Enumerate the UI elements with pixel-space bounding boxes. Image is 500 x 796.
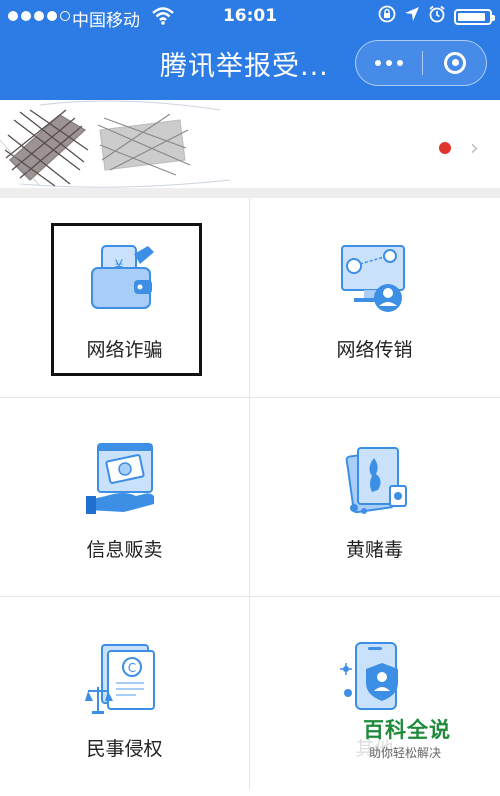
network-pyramid-icon [341, 245, 405, 312]
category-label: 民事侵权 [86, 738, 163, 760]
category-label: 黄赌毒 [345, 539, 403, 561]
location-arrow-icon [404, 6, 420, 27]
nav-header: 中国移动 16:01 腾讯举报受... [0, 0, 500, 100]
watermark: 百科全说 助你轻松解决 [355, 710, 467, 770]
shield-phone-icon [340, 642, 398, 710]
copyright-scale-icon: C [85, 644, 155, 714]
watermark-tagline: 助你轻松解决 [369, 746, 442, 760]
status-bar: 中国移动 16:01 [0, 0, 500, 34]
svg-text:C: C [128, 661, 136, 675]
battery-icon [454, 8, 495, 25]
notification-dot [439, 142, 451, 154]
capsule-menu [355, 40, 487, 86]
category-pyramid-scheme[interactable]: 网络传销 [250, 198, 499, 397]
watermark-logo: 百科全说 [363, 718, 451, 742]
category-civil-infringement[interactable]: C 民事侵权 [0, 597, 249, 796]
chevron-right-icon[interactable]: › [470, 136, 479, 161]
vice-cards-icon [345, 447, 407, 514]
category-label: 信息贩卖 [86, 539, 163, 561]
page-title: 腾讯举报受... [160, 51, 329, 82]
category-vice[interactable]: 黄赌毒 [250, 398, 499, 597]
category-data-selling[interactable]: 信息贩卖 [0, 398, 249, 597]
data-selling-icon [86, 443, 154, 514]
alarm-icon [428, 5, 446, 28]
more-dots-icon[interactable] [356, 41, 422, 84]
redacted-avatar-scribble [0, 100, 231, 188]
section-divider [0, 188, 500, 198]
selection-highlight-box [51, 223, 202, 376]
close-circle-icon[interactable] [422, 41, 488, 84]
profile-entry[interactable] [0, 100, 500, 188]
category-label: 网络传销 [336, 339, 413, 361]
orientation-lock-icon [378, 5, 396, 28]
